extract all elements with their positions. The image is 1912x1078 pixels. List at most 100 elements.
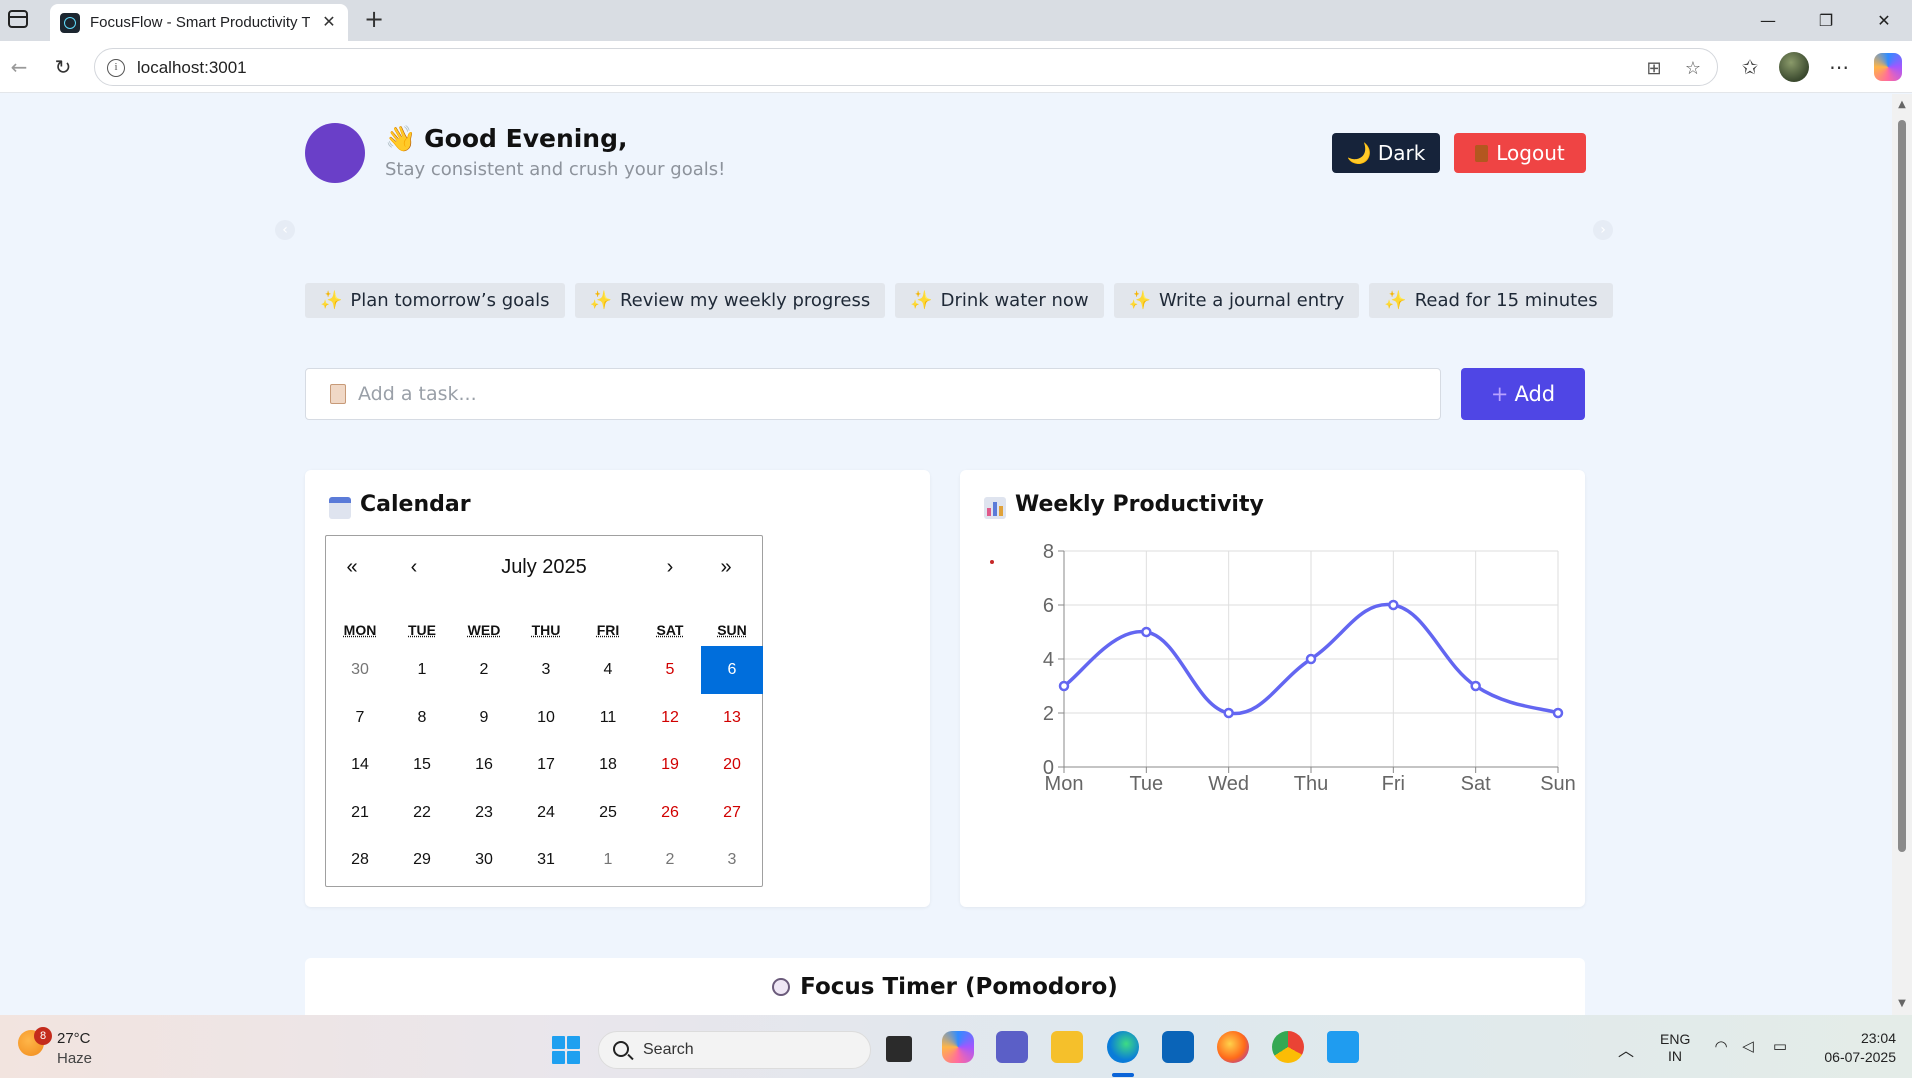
next-year-button[interactable]: » <box>704 552 748 582</box>
calendar-day[interactable]: 15 <box>391 741 453 789</box>
scroll-thumb[interactable] <box>1898 120 1906 852</box>
data-point <box>1305 653 1317 665</box>
task-view-icon[interactable] <box>886 1036 912 1062</box>
calendar-day[interactable]: 22 <box>391 789 453 837</box>
language-indicator[interactable]: ENG IN <box>1660 1031 1690 1065</box>
carousel-prev-icon[interactable]: ‹ <box>275 220 295 240</box>
calendar-day[interactable]: 2 <box>639 836 701 884</box>
more-menu-icon[interactable]: ⋯ <box>1825 53 1853 81</box>
calendar-day[interactable]: 28 <box>329 836 391 884</box>
weekday-label: THU <box>531 622 561 638</box>
suggestion-chip[interactable]: ✨ Drink water now <box>895 283 1104 318</box>
tab-close-icon[interactable]: ✕ <box>318 11 340 33</box>
calendar-day[interactable]: 12 <box>639 694 701 742</box>
greeting-title: 👋 Good Evening, <box>385 124 628 154</box>
calendar-day[interactable]: 21 <box>329 789 391 837</box>
copilot-app-icon[interactable] <box>942 1031 974 1063</box>
month-label[interactable]: July 2025 <box>446 552 642 582</box>
suggestion-chip[interactable]: ✨ Review my weekly progress <box>574 283 886 318</box>
calendar-day[interactable]: 14 <box>329 741 391 789</box>
calendar-day[interactable]: 1 <box>391 646 453 694</box>
weather-temperature[interactable]: 27°C <box>57 1030 91 1047</box>
calendar-day[interactable]: 23 <box>453 789 515 837</box>
next-month-button[interactable]: › <box>648 552 692 582</box>
favorite-star-icon[interactable]: ☆ <box>1681 57 1705 81</box>
tab-title: FocusFlow - Smart Productivity Tracker <box>90 14 310 31</box>
weather-condition[interactable]: Haze <box>57 1050 92 1067</box>
edge-icon[interactable] <box>1107 1031 1139 1063</box>
calendar-day[interactable]: 8 <box>391 694 453 742</box>
new-tab-button[interactable]: + <box>360 6 388 34</box>
page-scrollbar[interactable]: ▲ ▼ <box>1892 94 1912 1015</box>
calendar-day[interactable]: 17 <box>515 741 577 789</box>
calendar-day[interactable]: 4 <box>577 646 639 694</box>
logout-button[interactable]: Logout <box>1454 133 1586 173</box>
suggestion-chip[interactable]: ✨ Write a journal entry <box>1113 283 1360 318</box>
calendar-day[interactable]: 9 <box>453 694 515 742</box>
calendar-day[interactable]: 24 <box>515 789 577 837</box>
teams-icon[interactable] <box>996 1031 1028 1063</box>
calendar-day[interactable]: 6 <box>701 646 763 694</box>
tray-chevron-icon[interactable]: ︿ <box>1618 1037 1634 1061</box>
scroll-up-icon[interactable]: ▲ <box>1897 100 1907 110</box>
calendar-day[interactable]: 3 <box>515 646 577 694</box>
calendar-day[interactable]: 2 <box>453 646 515 694</box>
file-explorer-icon[interactable] <box>1051 1031 1083 1063</box>
back-icon[interactable]: ← <box>6 54 32 80</box>
chrome-icon[interactable] <box>1272 1031 1304 1063</box>
calendar-day[interactable]: 27 <box>701 789 763 837</box>
suggestion-chip[interactable]: ✨ Read for 15 minutes <box>1369 283 1613 318</box>
firefox-icon[interactable] <box>1217 1031 1249 1063</box>
calendar-day[interactable]: 20 <box>701 741 763 789</box>
calendar-day[interactable]: 3 <box>701 836 763 884</box>
clock[interactable]: 23:04 06-07-2025 <box>1806 1029 1896 1067</box>
profile-avatar[interactable] <box>1779 52 1809 82</box>
calendar-day[interactable]: 13 <box>701 694 763 742</box>
add-task-button[interactable]: + Add <box>1461 368 1585 420</box>
calendar-day[interactable]: 25 <box>577 789 639 837</box>
url-bar[interactable]: i localhost:3001 ⊞ ☆ <box>94 48 1718 86</box>
x-tick-label: Mon <box>1045 773 1084 795</box>
prev-month-button[interactable]: ‹ <box>392 552 436 582</box>
app-available-icon[interactable]: ⊞ <box>1642 57 1666 81</box>
focus-timer-title: Focus Timer (Pomodoro) <box>305 974 1585 1000</box>
windows-start-icon[interactable] <box>552 1036 580 1064</box>
close-window-icon[interactable]: ✕ <box>1866 8 1902 34</box>
sparkle-icon: ✨ <box>320 290 343 311</box>
copilot-icon[interactable] <box>1874 53 1902 81</box>
scroll-down-icon[interactable]: ▼ <box>1897 999 1907 1009</box>
react-favicon-icon <box>60 13 80 33</box>
calendar-day[interactable]: 11 <box>577 694 639 742</box>
outlook-icon[interactable] <box>1162 1031 1194 1063</box>
battery-icon[interactable]: ▭ <box>1770 1037 1790 1055</box>
calendar-day[interactable]: 29 <box>391 836 453 884</box>
favorites-icon[interactable]: ✩ <box>1736 53 1764 81</box>
site-info-icon[interactable]: i <box>107 59 125 77</box>
calendar-day[interactable]: 30 <box>329 646 391 694</box>
volume-icon[interactable]: ◁ <box>1738 1037 1758 1055</box>
vscode-icon[interactable] <box>1327 1031 1359 1063</box>
task-input[interactable] <box>358 369 1418 419</box>
calendar-day[interactable]: 26 <box>639 789 701 837</box>
carousel-next-icon[interactable]: › <box>1593 220 1613 240</box>
calendar-day[interactable]: 18 <box>577 741 639 789</box>
calendar-day[interactable]: 30 <box>453 836 515 884</box>
calendar-day[interactable]: 16 <box>453 741 515 789</box>
calendar-day[interactable]: 19 <box>639 741 701 789</box>
wifi-icon[interactable]: ◠ <box>1711 1037 1731 1055</box>
url-text[interactable]: localhost:3001 <box>137 58 247 78</box>
calendar-day[interactable]: 5 <box>639 646 701 694</box>
calendar-day[interactable]: 1 <box>577 836 639 884</box>
taskbar-search[interactable]: Search <box>598 1031 871 1069</box>
browser-tab[interactable]: FocusFlow - Smart Productivity Tracker ✕ <box>50 4 348 41</box>
suggestion-chip[interactable]: ✨ Plan tomorrow’s goals <box>305 283 565 318</box>
minimize-icon[interactable]: — <box>1750 8 1786 34</box>
restore-icon[interactable]: ❐ <box>1808 8 1844 34</box>
dark-mode-button[interactable]: 🌙 Dark <box>1332 133 1440 173</box>
calendar-day[interactable]: 7 <box>329 694 391 742</box>
calendar-day[interactable]: 31 <box>515 836 577 884</box>
prev-year-button[interactable]: « <box>330 552 374 582</box>
tab-actions-icon[interactable] <box>8 10 28 28</box>
reload-icon[interactable]: ↻ <box>50 54 76 80</box>
calendar-day[interactable]: 10 <box>515 694 577 742</box>
